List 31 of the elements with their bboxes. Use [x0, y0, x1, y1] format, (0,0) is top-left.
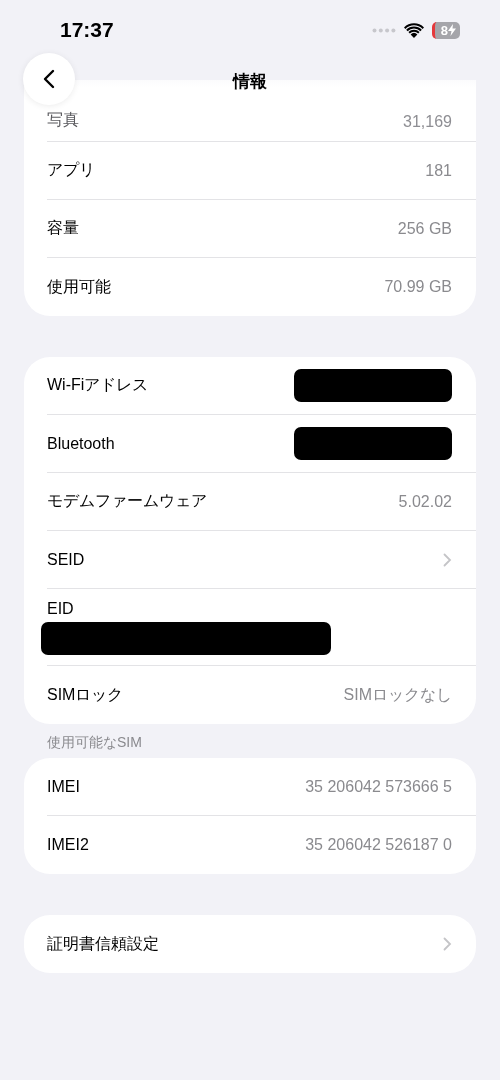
wifi-icon [403, 22, 424, 38]
row-value: 31,169 [403, 113, 452, 131]
chevron-left-icon [43, 69, 55, 89]
row-label: EID [47, 599, 74, 618]
row-value: 256 GB [397, 219, 452, 238]
chevron-icon [443, 937, 452, 951]
row-value: 181 [425, 161, 452, 180]
status-time: 17:37 [60, 18, 114, 42]
row-label: IMEI2 [47, 836, 89, 854]
row-value: 5.02.02 [398, 492, 452, 511]
row-label: モデムファームウェア [47, 491, 207, 511]
chevron-icon [443, 552, 452, 567]
signal-icon [371, 27, 396, 33]
row-label: 写真 [47, 110, 79, 130]
row-value: SIMロックなし [343, 684, 452, 705]
row-label: Wi-Fiアドレス [47, 375, 149, 395]
row-label: アプリ [47, 160, 95, 180]
section-header: 使用可能なSIM [47, 734, 142, 752]
row-value: 70.99 GB [384, 278, 452, 296]
back-button[interactable] [23, 53, 75, 105]
battery-icon: 8 [431, 21, 460, 39]
row-value: 35 206042 573666 5 [305, 777, 452, 796]
nav-title: 情報 [233, 72, 267, 91]
row-label: IMEI [47, 777, 80, 796]
row-label: SIMロック [47, 684, 124, 705]
row-value: 35 206042 526187 0 [305, 836, 452, 854]
row-label: 使用可能 [47, 276, 111, 297]
row-label: 容量 [47, 218, 79, 238]
row-label: Bluetooth [47, 434, 115, 453]
settings-row[interactable]: 証明書信頼設定 [47, 915, 476, 973]
settings-row[interactable]: SEID [47, 531, 476, 589]
